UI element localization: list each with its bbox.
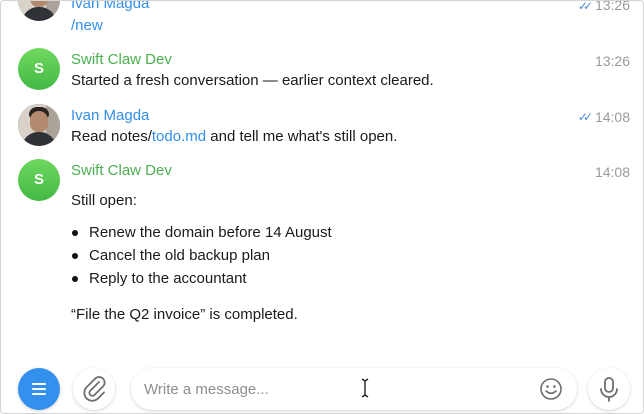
message-item[interactable]: S Swift Claw Dev 14:08 Still open: Renew… (1, 159, 643, 329)
message-outro: “File the Q2 invoice” is completed. (71, 306, 298, 323)
message-item[interactable]: S Swift Claw Dev 13:26 Started a fresh c… (1, 48, 643, 96)
list-item: Cancel the old backup plan (71, 246, 332, 269)
paperclip-icon (83, 376, 106, 402)
composer (1, 362, 643, 413)
double-check-icon: ✓✓ (577, 110, 593, 124)
message-text[interactable]: /new (71, 17, 103, 34)
user-avatar[interactable] (18, 104, 60, 146)
emoji-icon[interactable] (539, 377, 563, 401)
message-text: Started a fresh conversation — earlier c… (71, 72, 434, 89)
bot-avatar[interactable]: S (18, 159, 60, 201)
message-intro: Still open: (71, 192, 137, 209)
menu-button[interactable] (18, 368, 60, 410)
voice-button[interactable] (588, 368, 630, 410)
sender-name[interactable]: Swift Claw Dev (71, 162, 172, 179)
bot-avatar[interactable]: S (18, 48, 60, 90)
message-list[interactable]: Ivan Magda ✓✓ 13:26 /new S Swift Claw De… (1, 1, 643, 413)
message-time: 14:08 (594, 109, 630, 125)
message-input[interactable] (144, 368, 524, 410)
file-link[interactable]: todo.md (152, 128, 206, 145)
open-items-list: Renew the domain before 14 August Cancel… (71, 223, 332, 292)
text-cursor-icon (361, 378, 369, 398)
message-time: 13:26 (594, 0, 630, 13)
user-avatar[interactable] (18, 1, 60, 21)
message-text: Read notes/todo.md and tell me what's st… (71, 128, 398, 145)
attach-button[interactable] (73, 368, 115, 410)
sender-name[interactable]: Ivan Magda (71, 1, 149, 12)
message-item[interactable]: Ivan Magda ✓✓ 14:08 Read notes/todo.md a… (1, 104, 643, 152)
chat-window: Ivan Magda ✓✓ 13:26 /new S Swift Claw De… (0, 0, 644, 414)
message-time: 14:08 (594, 164, 630, 180)
message-item[interactable]: Ivan Magda ✓✓ 13:26 /new (1, 0, 643, 39)
sender-name[interactable]: Swift Claw Dev (71, 51, 172, 68)
double-check-icon: ✓✓ (577, 0, 593, 13)
message-time: 13:26 (594, 53, 630, 69)
list-item: Renew the domain before 14 August (71, 223, 332, 246)
microphone-icon (600, 377, 618, 402)
message-input-box[interactable] (131, 368, 577, 410)
list-item: Reply to the accountant (71, 269, 332, 292)
sender-name[interactable]: Ivan Magda (71, 107, 149, 124)
